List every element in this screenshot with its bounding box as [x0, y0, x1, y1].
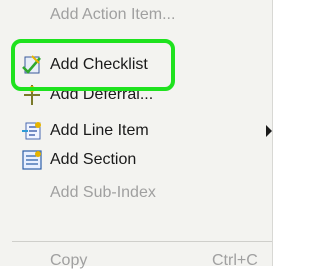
menu-item-label: Add Line Item — [50, 122, 149, 139]
menu-item-add-section[interactable]: Add Section — [0, 145, 272, 175]
menu-item-add-line-item[interactable]: Add Line Item — [0, 116, 272, 146]
menu-item-add-sub-index: Add Sub-Index — [0, 178, 272, 208]
line-item-icon — [22, 122, 41, 140]
submenu-arrow-icon — [266, 125, 272, 137]
highlight-box — [11, 39, 175, 91]
menu-item-label: Copy — [50, 252, 88, 269]
menu-separator — [12, 241, 272, 242]
menu-item-label: Add Sub-Index — [50, 184, 156, 201]
menu-item-label: Add Action Item... — [50, 6, 176, 23]
menu-item-label: Add Section — [50, 151, 137, 168]
section-icon — [22, 150, 42, 170]
menu-item-shortcut: Ctrl+C — [212, 252, 258, 269]
menu-item-add-action-item: Add Action Item... — [0, 0, 272, 30]
menu-item-copy: Copy Ctrl+C — [0, 246, 272, 276]
